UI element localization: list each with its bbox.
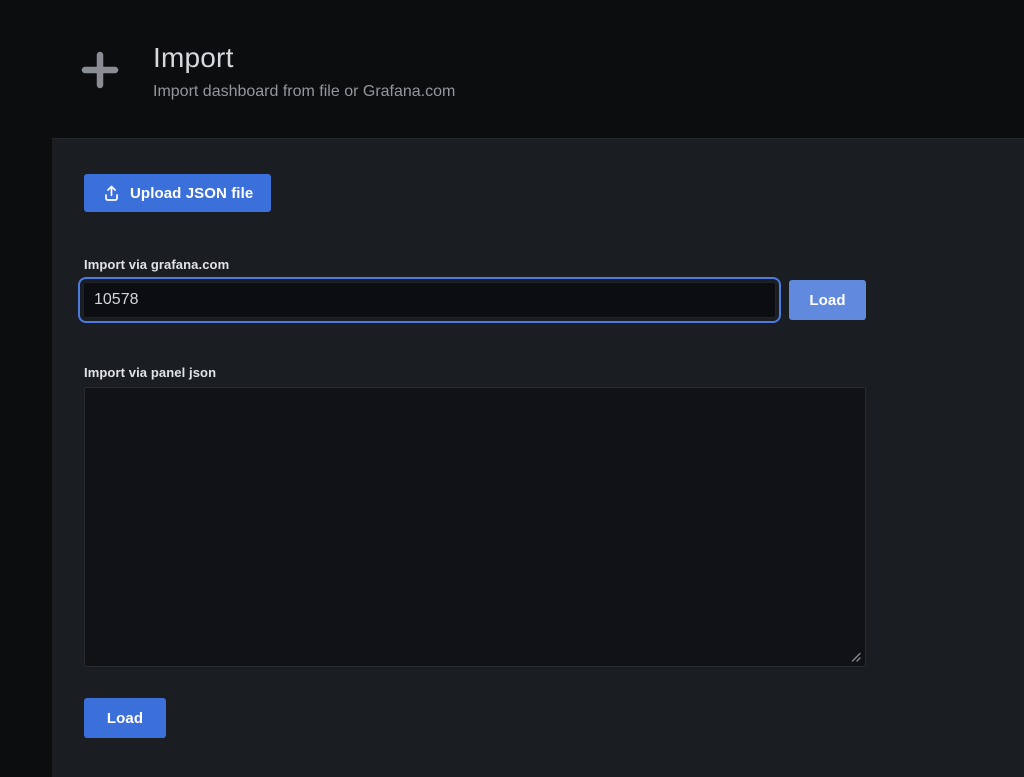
bottom-load-row: Load [84, 698, 1024, 738]
upload-json-button-label: Upload JSON file [130, 185, 253, 202]
plus-icon [76, 46, 124, 94]
page-header: Import Import dashboard from file or Gra… [0, 0, 1024, 138]
upload-json-button[interactable]: Upload JSON file [84, 174, 271, 212]
panel-json-textarea-wrap [84, 387, 866, 667]
header-text: Import Import dashboard from file or Gra… [153, 42, 455, 101]
gcom-load-button[interactable]: Load [789, 280, 866, 320]
import-panel: Upload JSON file Import via grafana.com … [52, 138, 1024, 777]
panel-json-textarea[interactable] [84, 387, 866, 667]
panel-json-load-button[interactable]: Load [84, 698, 166, 738]
page-title: Import [153, 42, 455, 74]
gcom-row: Load [84, 277, 866, 323]
panel-json-label: Import via panel json [84, 365, 1024, 380]
gcom-label: Import via grafana.com [84, 257, 1024, 272]
upload-icon [102, 184, 121, 203]
resize-handle-icon[interactable] [850, 650, 862, 662]
page-subtitle: Import dashboard from file or Grafana.co… [153, 83, 455, 101]
gcom-input-focus-ring [78, 277, 781, 323]
gcom-dashboard-id-input[interactable] [83, 282, 776, 318]
